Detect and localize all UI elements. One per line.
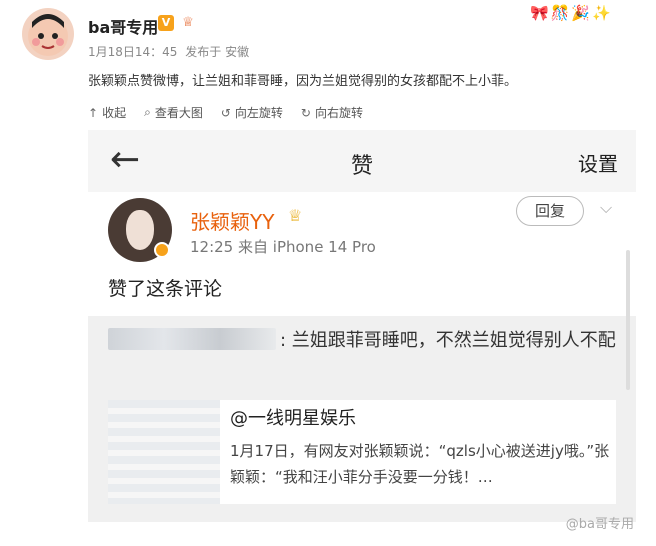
embedded-post: @一线明星娱乐 1月17日，有网友对张颖颖说：“qzls小心被送进jy哦。”张颖… (108, 400, 616, 504)
user-name: 张颖颖YY (190, 210, 275, 234)
verified-badge-icon: V (158, 15, 174, 31)
rotate-left-icon: ↺ (220, 105, 231, 120)
embedded-post-body: 1月17日，有网友对张颖颖说：“qzls小心被送进jy哦。”张颖颖：“我和汪小菲… (230, 442, 610, 486)
chevron-down-icon: ⌵ (600, 198, 613, 217)
settings-label: 设置 (578, 152, 618, 176)
post-thumbnail (108, 400, 220, 504)
embedded-post-title: @一线明星娱乐 (230, 408, 356, 429)
quoted-comment: : 兰姐跟菲哥睡吧，不然兰姐觉得别人不配 @一线明星娱乐 1月17日，有网友对张… (88, 316, 636, 522)
watermark: @ba哥专用 (565, 517, 634, 532)
embedded-screenshot[interactable]: ← 赞 设置 张颖颖YY ♕ 12:25 来自 iPhone 14 Pro 回复… (88, 130, 636, 522)
post-meta: 1月18日14：45 发布于 安徽 (88, 43, 253, 60)
post-time: 1月18日14：45 (88, 45, 178, 59)
rotate-left-button[interactable]: ↺ 向左旋转 (221, 104, 283, 121)
scrollbar[interactable] (626, 250, 630, 390)
liked-comment-text: 赞了这条评论 (108, 278, 223, 300)
screenshot-header: ← 赞 设置 (88, 130, 636, 192)
reply-button: 回复 (516, 196, 584, 226)
rotate-right-icon: ↻ (300, 105, 311, 120)
crown-badge-icon: ♕ (182, 15, 194, 30)
view-large-button[interactable]: ⌕ 查看大图 (144, 104, 203, 121)
user-device: 来自 iPhone 14 Pro (238, 238, 376, 256)
comment-text: : 兰姐跟菲哥睡吧，不然兰姐觉得别人不配 (280, 330, 616, 351)
decoration-stickers: 🎀🎊🎉✨ (530, 4, 613, 22)
screenshot-title: 赞 (350, 154, 373, 179)
user-meta: 12:25 来自 iPhone 14 Pro (190, 236, 376, 257)
avatar[interactable] (22, 8, 74, 60)
collapse-icon: ↑ (88, 105, 99, 120)
username[interactable]: ba哥专用 (88, 14, 158, 38)
user-face (126, 210, 154, 250)
rotate-right-button[interactable]: ↻ 向右旋转 (301, 104, 363, 121)
like-card: 张颖颖YY ♕ 12:25 来自 iPhone 14 Pro 回复 ⌵ 赞了这条… (88, 192, 636, 522)
crown-icon: ♕ (288, 206, 303, 225)
image-toolbar: ↑ 收起 ⌕ 查看大图 ↺ 向左旋转 ↻ 向右旋转 (88, 104, 363, 121)
post-location: 发布于 安徽 (185, 45, 250, 59)
post-text: 张颖颖点赞微博，让兰姐和菲哥睡，因为兰姐觉得别的女孩都配不上小菲。 (88, 74, 518, 89)
collapse-button[interactable]: ↑ 收起 (88, 104, 126, 121)
user-verified-icon (154, 242, 170, 258)
user-time: 12:25 (190, 238, 234, 256)
weibo-post: ba哥专用 V ♕ 🎀🎊🎉✨ 1月18日14：45 发布于 安徽 张颖颖点赞微博… (0, 0, 656, 546)
zoom-icon: ⌕ (144, 105, 151, 119)
